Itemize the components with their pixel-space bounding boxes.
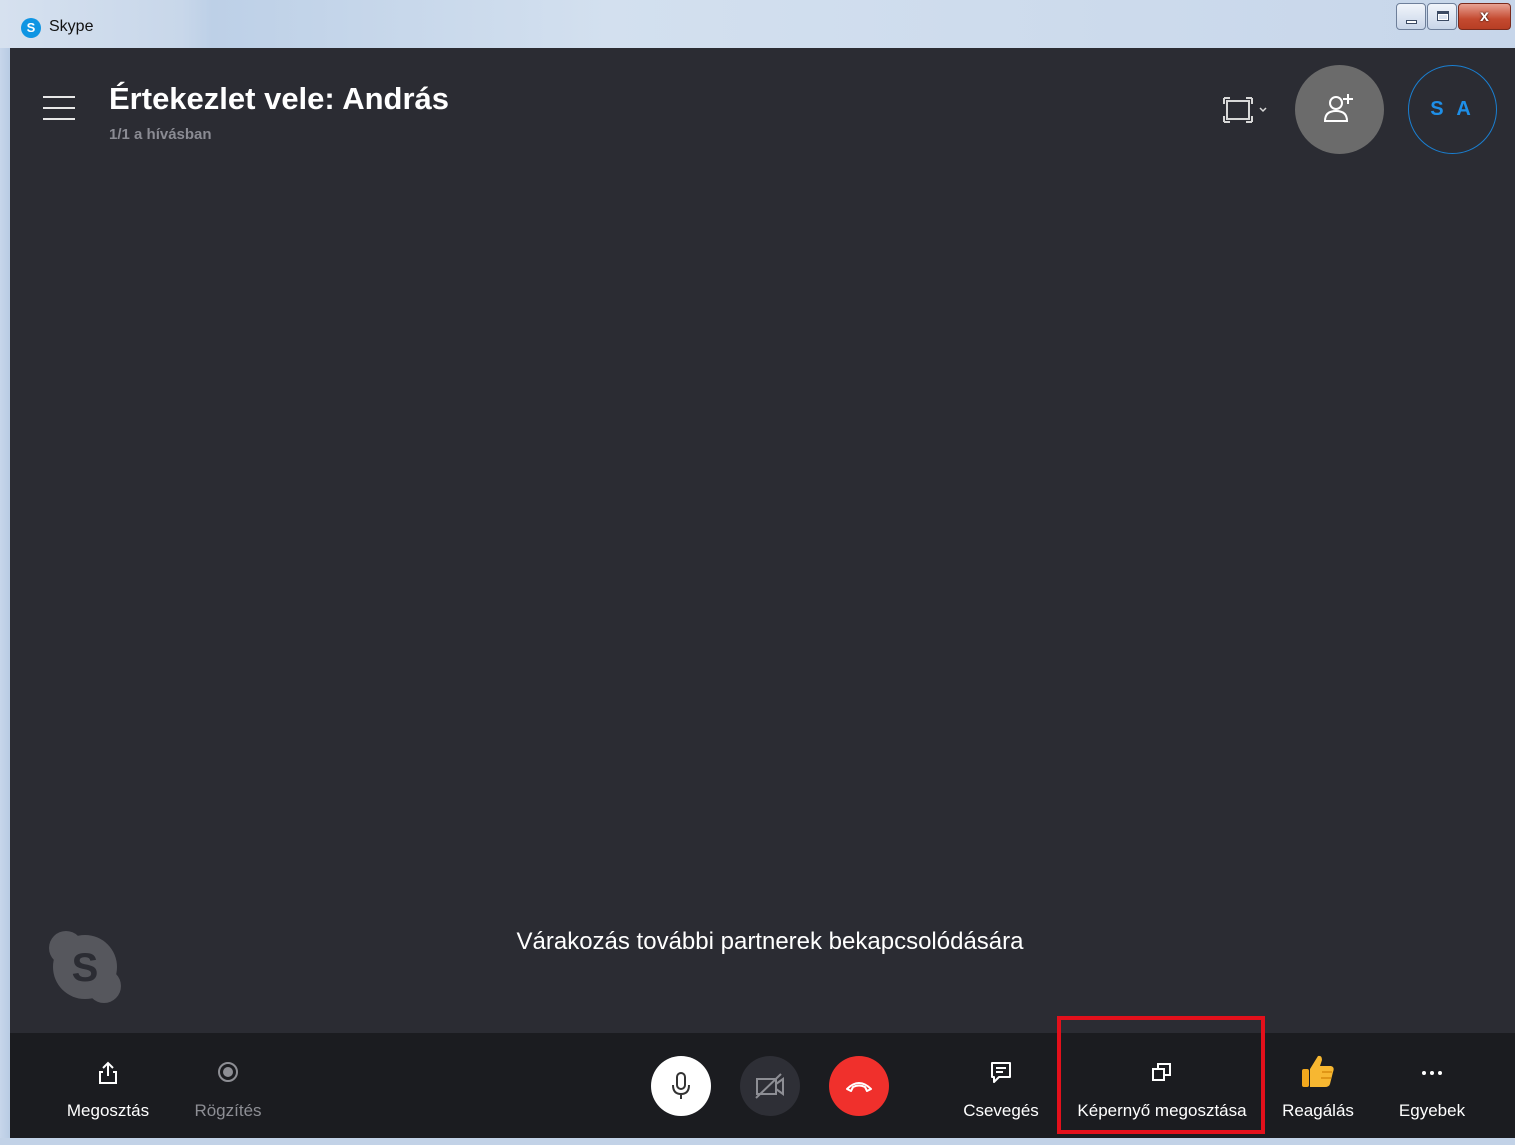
record-dot-icon [218, 1062, 238, 1082]
window-frame-left [0, 48, 10, 1145]
hamburger-icon-line [43, 118, 75, 120]
close-icon: x [1480, 8, 1489, 25]
video-off-icon [755, 1073, 784, 1099]
share-button[interactable]: Megosztás [57, 1033, 159, 1138]
hang-up-button[interactable] [829, 1056, 889, 1116]
thumbs-up-icon [1302, 1055, 1334, 1087]
minimize-button[interactable] [1396, 3, 1426, 30]
layout-frame-icon [1223, 97, 1267, 123]
screen-share-icon [1152, 1063, 1171, 1081]
hamburger-icon-line [43, 107, 75, 109]
share-label: Megosztás [66, 1101, 150, 1120]
screen-share-label: Képernyő megosztása [1077, 1101, 1247, 1120]
share-upload-icon [99, 1061, 117, 1084]
microphone-button[interactable] [651, 1056, 711, 1116]
skype-logo-icon: S [21, 18, 41, 38]
chat-label: Csevegés [963, 1101, 1039, 1120]
record-label: Rögzítés [194, 1101, 262, 1120]
microphone-icon [672, 1072, 690, 1099]
call-stage: Értekezlet vele: András 1/1 a hívásban S… [10, 48, 1515, 1138]
react-label: Reagálás [1282, 1101, 1354, 1120]
window-titlebar[interactable]: S Skype x [0, 0, 1515, 48]
maximize-button[interactable] [1427, 3, 1457, 30]
avatar-initials: S A [1430, 98, 1475, 120]
window-frame-bottom [0, 1138, 1515, 1145]
video-toggle-button[interactable] [740, 1056, 800, 1116]
minimize-icon [1406, 20, 1417, 24]
hamburger-menu-button[interactable] [43, 96, 77, 124]
add-person-icon [1323, 94, 1353, 122]
chat-icon [991, 1062, 1011, 1083]
user-avatar[interactable]: S A [1408, 65, 1497, 154]
ellipsis-icon [1422, 1071, 1442, 1075]
react-button[interactable]: Reagálás [1276, 1033, 1360, 1138]
skype-window: S Skype x Értekezlet vele: András 1/1 a … [0, 0, 1515, 1145]
layout-button[interactable] [1222, 95, 1268, 129]
waiting-message: Várakozás további partnerek bekapcsolódá… [516, 928, 1024, 955]
record-button[interactable]: Rögzítés [186, 1033, 270, 1138]
maximize-icon [1437, 11, 1449, 21]
chat-button[interactable]: Csevegés [959, 1033, 1043, 1138]
participant-count: 1/1 a hívásban [109, 126, 212, 143]
more-label: Egyebek [1398, 1101, 1466, 1120]
window-title: Skype [49, 18, 94, 35]
window-controls: x [1395, 3, 1511, 30]
call-control-bar: Megosztás Rögzítés Csevegés Képernyő meg… [10, 1016, 1515, 1138]
add-people-button[interactable] [1295, 65, 1384, 154]
close-button[interactable]: x [1458, 3, 1511, 30]
hang-up-icon [846, 1082, 872, 1092]
hamburger-icon [43, 96, 75, 98]
more-button[interactable]: Egyebek [1390, 1033, 1474, 1138]
call-title: Értekezlet vele: András [109, 81, 450, 116]
screen-share-button[interactable]: Képernyő megosztása [1070, 1033, 1254, 1138]
